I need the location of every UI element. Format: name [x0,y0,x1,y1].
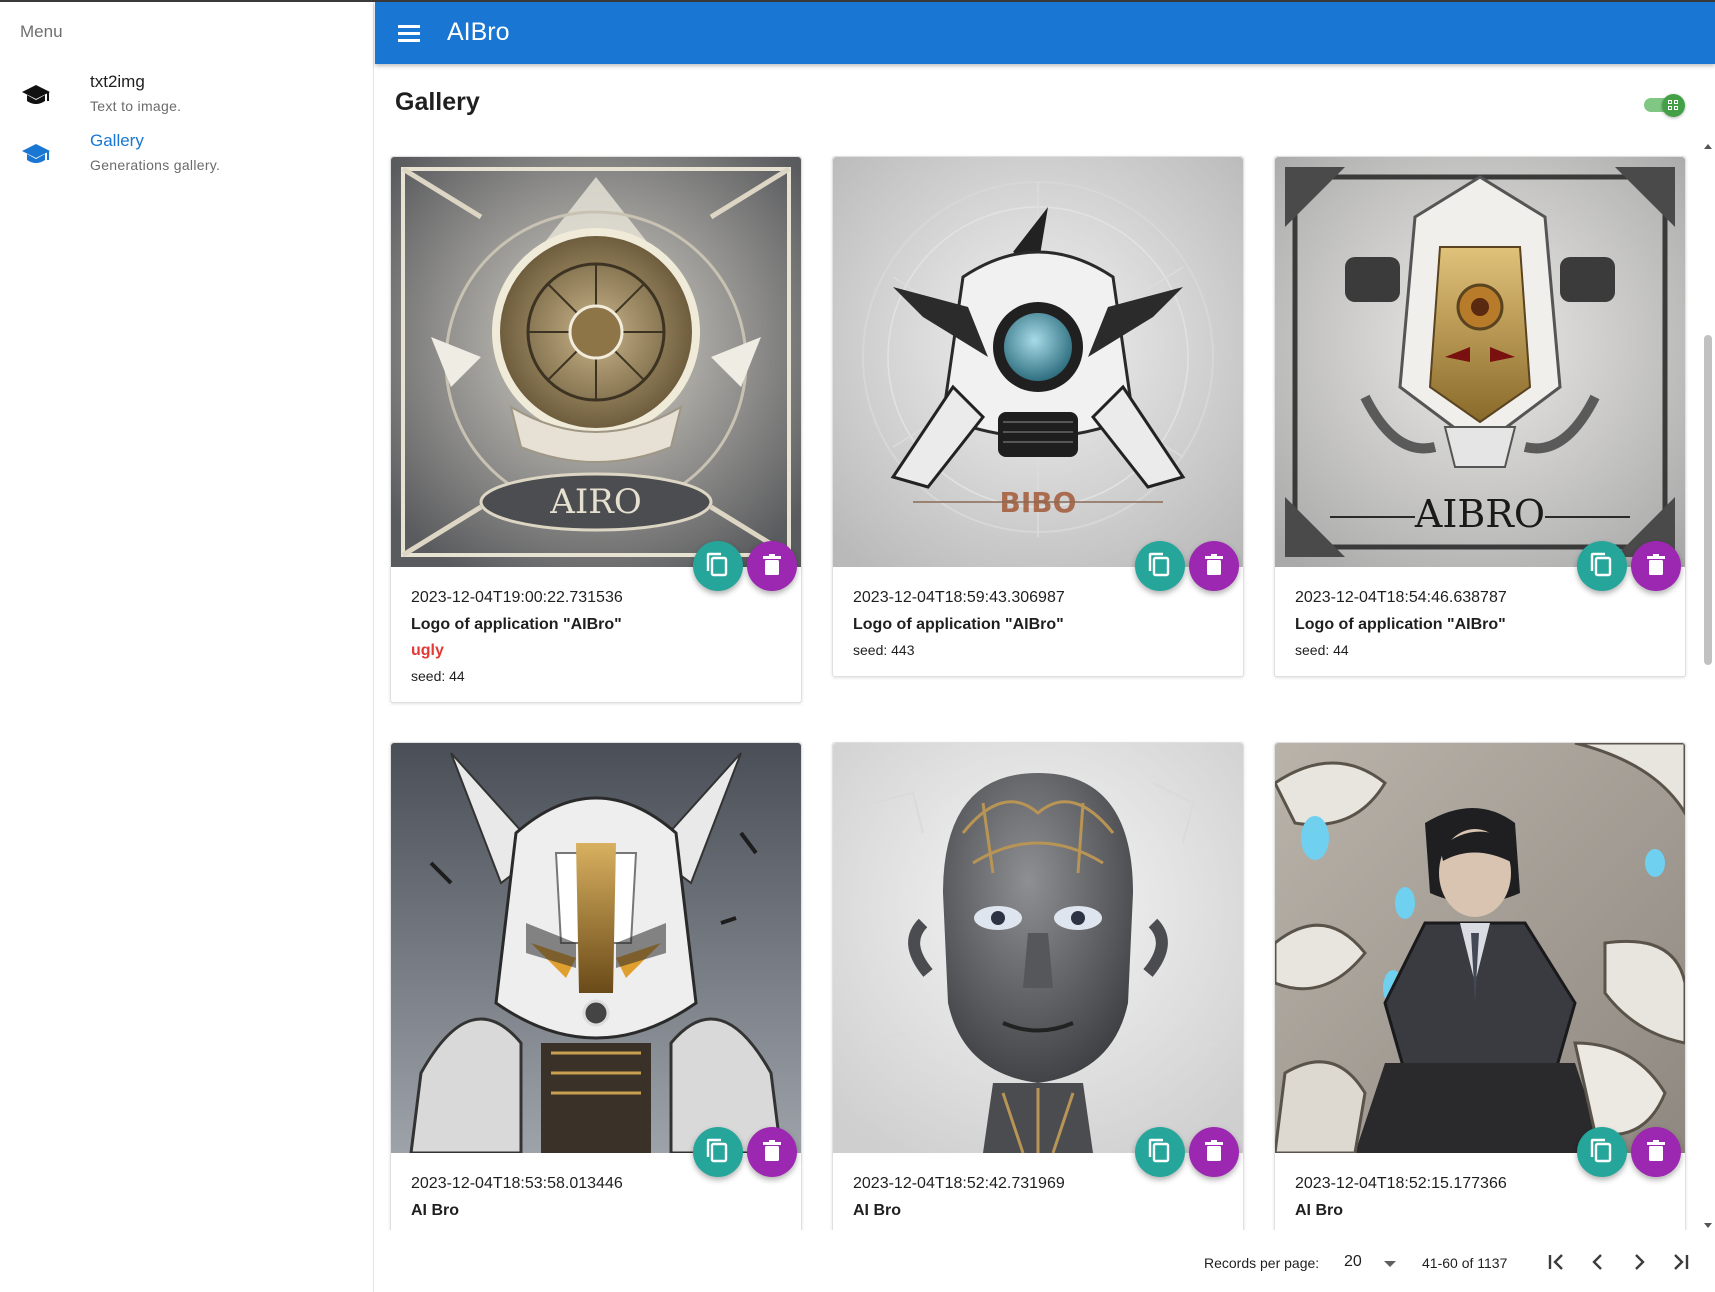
hamburger-menu-icon[interactable] [395,19,425,49]
scrollbar-thumb[interactable] [1704,335,1712,665]
content-copy-icon [1148,1138,1170,1163]
delete-icon [763,1140,781,1161]
page-title: Gallery [395,88,480,116]
generation-prompt: AI Bro [853,1202,901,1219]
generation-date: 2023-12-04T18:53:58.013446 [411,1175,623,1192]
nav-item-label: txt2img [90,72,145,91]
content-copy-icon [706,1138,728,1163]
nav-item-subtitle: Text to image. [90,98,182,114]
generated-image[interactable] [833,743,1243,1153]
first-page-button[interactable] [1538,1244,1574,1280]
delete-icon [1205,1140,1223,1161]
delete-icon [763,554,781,575]
app-title: AIBro [447,18,510,46]
delete-button[interactable] [747,541,797,591]
previous-page-icon [1592,1254,1602,1270]
copy-button[interactable] [1135,541,1185,591]
nav-item-gallery[interactable]: Gallery Generations gallery. [0,131,374,191]
delete-icon [1647,554,1665,575]
nav-item-subtitle: Generations gallery. [90,157,221,173]
copy-button[interactable] [693,541,743,591]
delete-button[interactable] [1189,1127,1239,1177]
gallery-card: 2023-12-04T18:52:15.177366 AI Bro [1274,742,1686,1230]
gallery-card: AIBRO 2023-12-04T18:54:46.638787 Logo of… [1274,156,1686,677]
delete-button[interactable] [1189,541,1239,591]
gallery-scrollbar[interactable] [1701,140,1715,1235]
records-per-page-label: Records per page: [1204,1255,1320,1271]
page-range: 41-60 of 1137 [1422,1255,1508,1271]
delete-button[interactable] [1631,541,1681,591]
generation-date: 2023-12-04T18:54:46.638787 [1295,589,1507,606]
generation-seed: seed: 44 [1295,642,1349,658]
gallery-card: 2023-12-04T18:52:42.731969 AI Bro [832,742,1244,1230]
records-per-page-value: 20 [1344,1253,1362,1270]
view-mode-toggle[interactable] [1644,94,1686,117]
generation-prompt: Logo of application "AIBro" [853,616,1064,633]
delete-icon [1205,554,1223,575]
next-page-icon [1635,1254,1645,1270]
navigation-drawer: Menu txt2img Text to image. Gallery Gene… [0,2,374,1292]
generation-date: 2023-12-04T18:52:15.177366 [1295,1175,1507,1192]
content-copy-icon [1590,552,1612,577]
generation-seed: seed: 44 [411,668,465,684]
nav-item-label: Gallery [90,131,144,150]
generation-prompt: Logo of application "AIBro" [1295,616,1506,633]
school-icon [22,85,50,104]
generation-date: 2023-12-04T18:52:42.731969 [853,1175,1065,1192]
next-page-button[interactable] [1621,1244,1657,1280]
drawer-title: Menu [20,22,63,41]
records-per-page-select[interactable]: 20 [1344,1248,1404,1276]
negative-prompt: ugly [411,642,444,659]
generation-prompt: Logo of application "AIBro" [411,616,622,633]
generation-date: 2023-12-04T18:59:43.306987 [853,589,1065,606]
app-bar: AIBro [375,2,1715,64]
generation-prompt: AI Bro [411,1202,459,1219]
last-page-button[interactable] [1663,1244,1699,1280]
copy-button[interactable] [1135,1127,1185,1177]
school-icon [22,144,50,163]
pagination-bar: Records per page: 20 41-60 of 1137 [375,1232,1715,1292]
gallery-card: 2023-12-04T18:53:58.013446 AI Bro [390,742,802,1230]
gallery-grid: AIRO 2023-12-04T19:00:22.731536 Logo of … [375,140,1700,1230]
copy-button[interactable] [693,1127,743,1177]
delete-button[interactable] [1631,1127,1681,1177]
generated-image[interactable] [391,743,801,1153]
content-copy-icon [706,552,728,577]
last-page-icon [1674,1254,1689,1270]
gallery-card: AIRO 2023-12-04T19:00:22.731536 Logo of … [390,156,802,703]
logo-art-text: AIBRO [1414,492,1545,536]
content-copy-icon [1148,552,1170,577]
generated-image[interactable] [1275,743,1685,1153]
gallery-card: BIBO 2023-12-04T18:59:43.306987 Logo of … [832,156,1244,677]
first-page-icon [1548,1254,1563,1270]
content-copy-icon [1590,1138,1612,1163]
delete-icon [1647,1140,1665,1161]
previous-page-button[interactable] [1580,1244,1616,1280]
generated-image[interactable]: BIBO [833,157,1243,567]
generation-prompt: AI Bro [1295,1202,1343,1219]
generation-seed: seed: 443 [853,642,915,658]
generation-date: 2023-12-04T19:00:22.731536 [411,589,623,606]
delete-button[interactable] [747,1127,797,1177]
copy-button[interactable] [1577,1127,1627,1177]
scroll-down-arrow[interactable] [1704,1223,1712,1228]
generated-image[interactable]: AIRO [391,157,801,567]
dropdown-arrow-icon [1384,1261,1396,1267]
grid-view-icon [1662,94,1685,117]
generated-image[interactable]: AIBRO [1275,157,1685,567]
copy-button[interactable] [1577,541,1627,591]
nav-item-txt2img[interactable]: txt2img Text to image. [0,72,374,132]
logo-art-text: AIRO [549,482,641,522]
scroll-up-arrow[interactable] [1704,144,1712,149]
